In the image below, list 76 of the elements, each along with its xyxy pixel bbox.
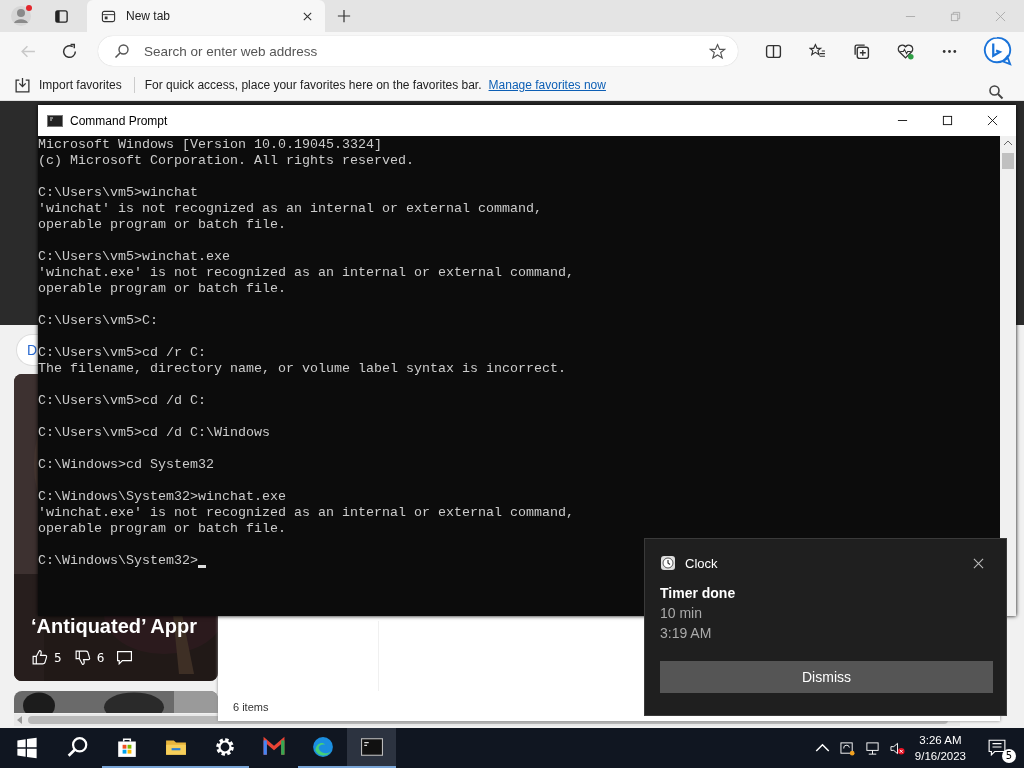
heart-pulse-icon[interactable] (897, 42, 914, 60)
console-line: Microsoft Windows [Version 10.0.19045.3324] (38, 137, 383, 153)
clock-icon (660, 555, 676, 571)
notification-count: 5 (1002, 749, 1016, 763)
close-icon[interactable] (973, 557, 984, 569)
notification-text: 10 min (660, 604, 704, 623)
favorites-hint: For quick access, place your favorites here on the favorites bar. (144, 78, 482, 92)
console-line: C:\Windows\System32>winchat.exe (38, 489, 287, 505)
status-text: 6 items (233, 701, 269, 713)
console-line: 'winchat.exe' is not recognized as an internal or external command, (38, 265, 575, 281)
console-line: operable program or batch file. (38, 521, 287, 537)
tab-title: New tab (126, 9, 172, 23)
headline-text: ‘Antiquated’ Appr (31, 614, 197, 639)
console-line: operable program or batch file. (38, 217, 287, 233)
refresh-icon[interactable] (61, 42, 78, 60)
text-cursor (197, 565, 206, 568)
network-icon[interactable] (864, 740, 880, 756)
console-line: 'winchat' is not recognized as an internal or external command, (38, 201, 543, 217)
window-title: Command Prompt (70, 113, 168, 128)
star-icon[interactable] (709, 42, 726, 60)
console-line: C:\Windows>cd System32 (38, 457, 215, 473)
console-line: C:\Users\vm5>winchat (38, 185, 199, 201)
manage-favorites-link[interactable]: Manage favorites now (488, 78, 606, 92)
search-icon (66, 736, 89, 758)
terminal-taskbar-button[interactable] (347, 728, 396, 768)
browser-logo-icon (311, 736, 334, 758)
clock-time[interactable]: 3:26 AM (919, 732, 962, 748)
gear-icon (213, 736, 236, 758)
new-tab-icon (101, 8, 116, 24)
notification-center-button[interactable]: 5 (988, 735, 1014, 761)
split-screen-icon[interactable] (765, 42, 782, 60)
search-icon[interactable] (988, 84, 1004, 100)
thumbs-down-icon[interactable] (73, 649, 91, 666)
windows-logo-icon[interactable] (16, 737, 38, 759)
collections-icon[interactable] (853, 42, 870, 60)
console-line: C:\Users\vm5>cd /r C: (38, 345, 207, 361)
chat-bubble-icon[interactable] (982, 36, 1012, 66)
console-line: C:\Users\vm5>cd /d C: (38, 393, 207, 409)
comment-icon[interactable] (116, 649, 134, 666)
favorites-icon[interactable] (809, 42, 826, 60)
console-line: 'winchat.exe' is not recognized as an internal or external command, (38, 505, 575, 521)
notification-text: 3:19 AM (660, 624, 713, 643)
search-icon (114, 43, 130, 59)
console-line: The filename, directory name, or volume label syntax is incorrect. (38, 361, 567, 377)
mail-icon (262, 736, 285, 758)
notification-title: Timer done (660, 584, 737, 603)
profile-icon[interactable] (10, 4, 34, 28)
dismiss-button[interactable]: Dismiss (660, 661, 993, 693)
console-icon (47, 114, 63, 127)
address-field[interactable]: Search or enter web address (142, 42, 709, 60)
notification-icon (988, 738, 1006, 756)
clock-date[interactable]: 9/16/2023 (914, 748, 966, 764)
speaker-icon[interactable] (889, 740, 905, 756)
close-icon[interactable] (302, 10, 313, 22)
import-favorites-link[interactable]: Import favorites (39, 78, 122, 92)
feed-tab-button[interactable]: D (16, 334, 38, 366)
tab-actions-icon[interactable] (54, 8, 69, 24)
console-line: C:\Users\vm5>winchat.exe (38, 249, 231, 265)
new-tab-plus-icon[interactable] (337, 9, 351, 23)
shopping-bag-icon (115, 736, 138, 758)
maximize-icon[interactable] (942, 115, 953, 126)
console-line: (c) Microsoft Corporation. All rights reserved. (38, 153, 415, 169)
dislike-count: 6 (96, 650, 105, 665)
console-line: operable program or batch file. (38, 281, 287, 297)
browser-tab[interactable]: New tab (87, 0, 325, 32)
console-prompt: C:\Windows\System32> (38, 553, 198, 569)
like-count: 5 (54, 650, 62, 665)
console-line: C:\Users\vm5>C: (38, 313, 159, 329)
address-bar[interactable]: Search or enter web address (98, 36, 738, 66)
app-name: Clock (685, 555, 718, 571)
close-icon[interactable] (987, 115, 998, 126)
console-icon (360, 736, 383, 758)
vertical-scrollbar[interactable] (1000, 136, 1016, 616)
thumbs-up-icon[interactable] (31, 649, 48, 666)
console-line: C:\Users\vm5>cd /d C:\Windows (38, 425, 271, 441)
import-icon[interactable] (14, 76, 31, 94)
